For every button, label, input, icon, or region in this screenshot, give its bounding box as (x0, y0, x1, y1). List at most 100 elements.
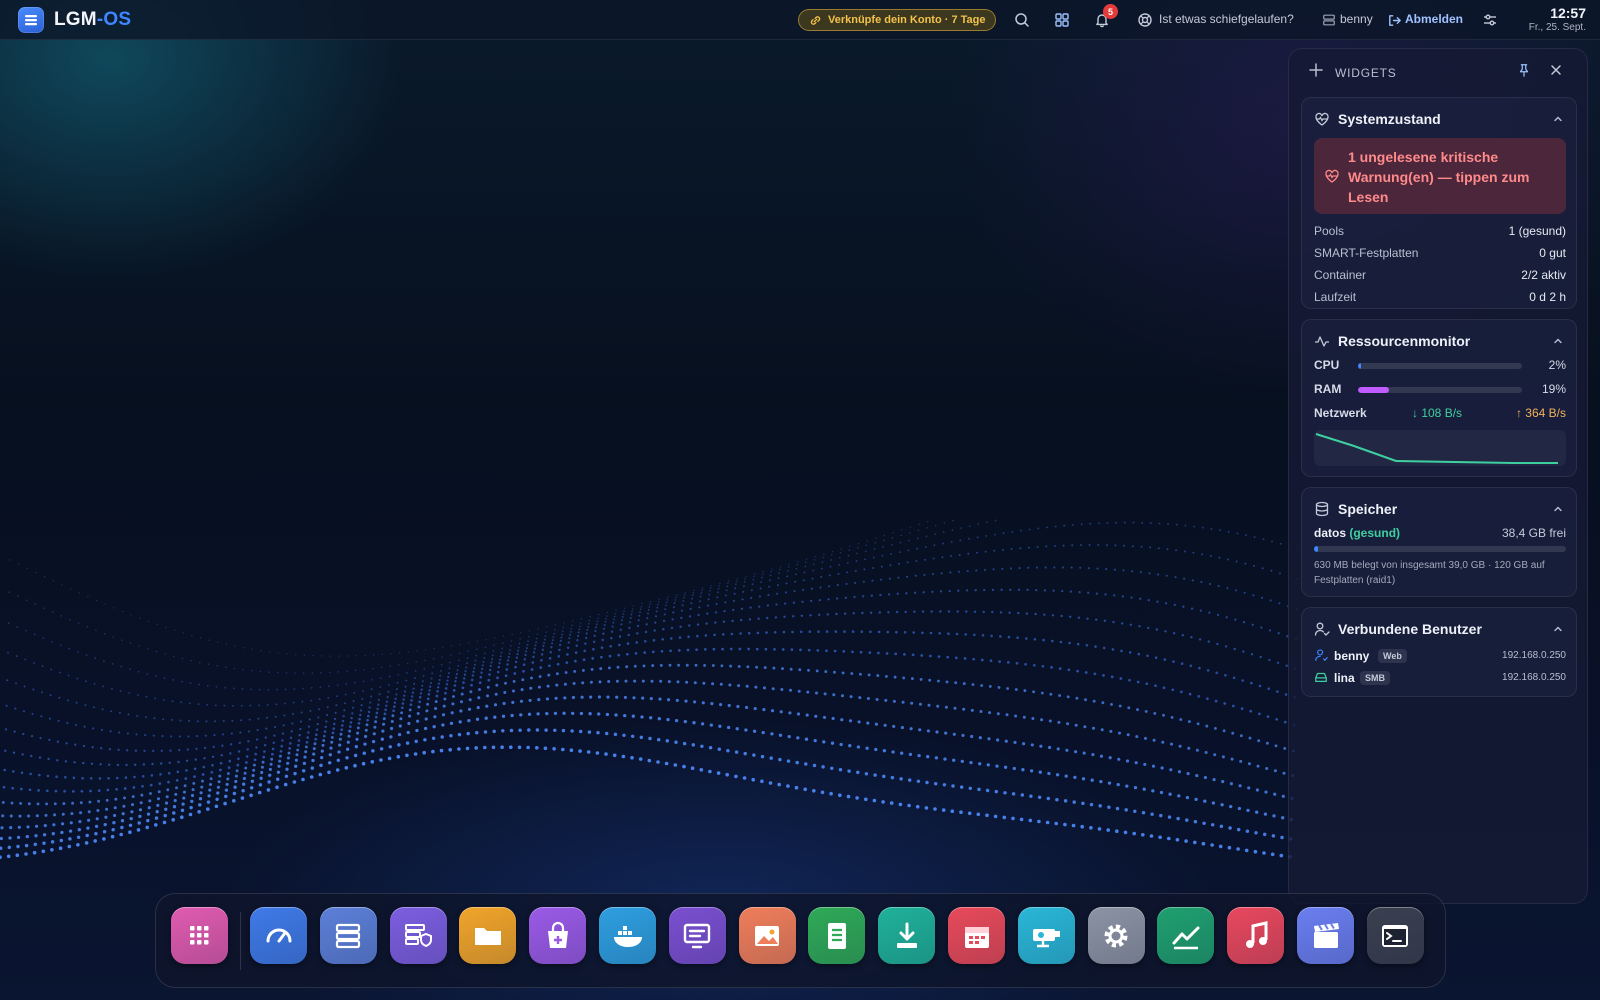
music-icon (1245, 920, 1268, 948)
file-manager-app-button[interactable] (459, 907, 517, 964)
camera-app-button[interactable] (1017, 907, 1075, 964)
system-row-key: SMART-Festplatten (1314, 246, 1419, 260)
system-row-key: Container (1314, 268, 1367, 282)
remote-desktop-app-button[interactable] (668, 907, 726, 964)
server-icon (336, 923, 361, 948)
monitor-icon (684, 923, 711, 948)
connected-users-card: Verbundene Benutzer benny Web 192.168.0.… (1301, 607, 1577, 697)
network-label: Netzwerk (1314, 406, 1367, 420)
logout-icon-wrap[interactable] (1384, 10, 1404, 30)
video-app-button[interactable] (1297, 907, 1354, 964)
heart-pulse-icon (1314, 111, 1330, 132)
pool-name: datos (1314, 526, 1347, 540)
app-store-app-button[interactable] (529, 907, 587, 964)
close-panel-button[interactable] (1549, 63, 1563, 82)
top-bar: LGM-OS Verknüpfe dein Konto · 7 Tage 5 I… (0, 0, 1600, 40)
storage-card: Speicher datos (gesund) 38,4 GB frei 630… (1301, 487, 1577, 597)
brand-logo: LGM-OS (54, 9, 131, 31)
help-icon-wrap[interactable] (1135, 10, 1155, 30)
collapse-resources-button[interactable] (1552, 334, 1564, 352)
storage-usage-note: 630 MB belegt von insgesamt 39,0 GB · 12… (1314, 560, 1545, 586)
settings-app-button[interactable] (1087, 907, 1145, 964)
logout-button[interactable]: Abmelden (1405, 12, 1463, 26)
pool-free-space: 38,4 GB frei (1501, 526, 1566, 540)
storage-usage-bar (1314, 546, 1566, 552)
chevron-up-icon (1554, 338, 1562, 344)
storage-manager-app-button[interactable] (319, 907, 377, 964)
collapse-system-button[interactable] (1552, 112, 1564, 130)
network-sparkline-graph (1315, 433, 1558, 464)
storage-pool-row: datos (gesund) 38,4 GB frei (1314, 526, 1566, 540)
resource-monitor-title: Ressourcenmonitor (1338, 333, 1471, 349)
plus-icon (1309, 63, 1323, 77)
pool-health: (gesund) (1349, 526, 1401, 540)
widgets-grid-icon (1055, 13, 1069, 27)
chevron-up-icon (1554, 116, 1562, 122)
cpu-value: 2% (1548, 358, 1566, 372)
widgets-panel: WIDGETS Systemzustand 1 ungelesene kriti… (1288, 48, 1588, 904)
notes-app-button[interactable] (808, 907, 866, 964)
connected-user-row: lina SMB 192.168.0.250 (1314, 670, 1566, 686)
terminal-app-button[interactable] (1366, 907, 1424, 964)
chart-line-icon (1172, 926, 1200, 949)
clock: 12:57 Fr., 25. Sept. (1529, 5, 1586, 33)
server-user-icon (1323, 14, 1335, 26)
search-button[interactable] (1012, 10, 1032, 30)
resource-monitor-card: Ressourcenmonitor CPU 2% RAM 19% Netzwer… (1301, 319, 1577, 477)
collapse-storage-button[interactable] (1552, 502, 1564, 520)
downloads-app-button[interactable] (878, 907, 936, 964)
cpu-bar (1358, 363, 1522, 369)
main-menu-button[interactable] (18, 7, 44, 33)
widgets-toggle-button[interactable] (1052, 10, 1072, 30)
chevron-up-icon (1554, 626, 1562, 632)
user-protocol-tag: Web (1378, 649, 1407, 663)
monitor-app-button[interactable] (1157, 907, 1215, 964)
docker-app-button[interactable] (599, 907, 656, 964)
system-row: SMART-Festplatten 0 gut (1314, 246, 1566, 260)
user-check-icon (1314, 621, 1330, 642)
dock-separator (240, 912, 241, 970)
clapperboard-icon (1313, 922, 1339, 948)
download-icon (896, 922, 917, 948)
link-account-banner[interactable]: Verknüpfe dein Konto · 7 Tage (798, 9, 997, 31)
menu-icon (25, 15, 37, 26)
security-app-button[interactable] (389, 907, 447, 964)
link-icon (810, 15, 821, 25)
cpu-bar-fill (1358, 363, 1362, 369)
sliders-icon (1484, 14, 1496, 26)
shopping-bag-icon (547, 921, 568, 948)
pin-icon (1519, 64, 1529, 77)
connected-user-row: benny Web 192.168.0.250 (1314, 648, 1566, 664)
music-app-button[interactable] (1227, 907, 1285, 964)
clock-date: Fr., 25. Sept. (1528, 22, 1586, 33)
user-name: benny (1334, 649, 1370, 663)
critical-warning-text: 1 ungelesene kritische Warnung(en) — tip… (1348, 149, 1530, 205)
ram-label: RAM (1314, 382, 1342, 396)
calendar-icon (964, 926, 989, 948)
brand-name: LGM (54, 9, 97, 30)
dashboard-app-button[interactable] (250, 907, 307, 964)
settings-sliders-button[interactable] (1480, 10, 1500, 30)
critical-warning-alert[interactable]: 1 ungelesene kritische Warnung(en) — tip… (1314, 138, 1566, 214)
pin-panel-button[interactable] (1517, 63, 1531, 82)
add-widget-button[interactable] (1309, 63, 1323, 82)
collapse-users-button[interactable] (1552, 622, 1564, 640)
lifebuoy-icon (1138, 13, 1152, 27)
widgets-title: WIDGETS (1335, 66, 1397, 80)
grid-icon (189, 925, 208, 944)
app-launcher-app-button[interactable] (171, 907, 228, 964)
logout-icon (1388, 14, 1401, 26)
gauge-icon (266, 928, 291, 942)
server-shield-icon (405, 923, 433, 947)
system-row-value: 1 (gesund) (1508, 224, 1566, 238)
photos-app-button[interactable] (738, 907, 796, 964)
calendar-app-button[interactable] (948, 907, 1005, 964)
system-row-value: 2/2 aktiv (1521, 268, 1566, 282)
ram-row: RAM 19% (1314, 382, 1566, 398)
system-row: Container 2/2 aktiv (1314, 268, 1566, 282)
storage-title: Speicher (1338, 501, 1398, 517)
help-link[interactable]: Ist etwas schiefgelaufen? (1159, 12, 1294, 26)
link-account-label: Verknüpfe dein Konto · 7 Tage (828, 14, 986, 26)
image-icon (755, 925, 780, 946)
gear-icon (1104, 924, 1128, 947)
